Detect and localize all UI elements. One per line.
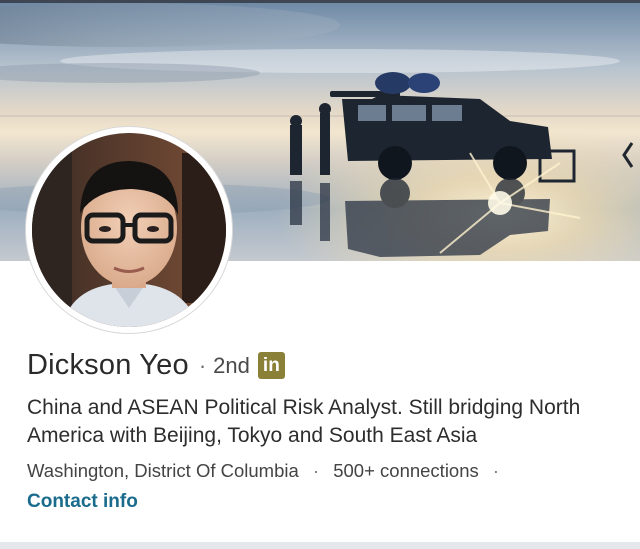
profile-photo: [32, 133, 226, 327]
location-row: Washington, District Of Columbia · 500+ …: [27, 460, 508, 482]
avatar-frame[interactable]: [26, 127, 232, 333]
location-separator: ·: [312, 460, 320, 481]
profile-location: Washington, District Of Columbia: [27, 460, 299, 481]
avatar[interactable]: [32, 133, 226, 327]
linkedin-icon: in: [257, 352, 285, 379]
connection-degree: 2nd: [213, 352, 250, 378]
trailing-separator: ·: [492, 460, 500, 481]
profile-name: Dickson Yeo: [27, 349, 189, 381]
contact-info-link[interactable]: Contact info: [27, 491, 138, 513]
connections-count[interactable]: 500+ connections: [333, 460, 479, 481]
card-bottom-divider: [0, 542, 640, 549]
profile-card: Dickson Yeo · 2nd in China and ASEAN Pol…: [0, 0, 640, 542]
top-border: [0, 0, 640, 3]
separator-dot: ·: [198, 352, 207, 378]
name-row: Dickson Yeo · 2nd in: [27, 349, 285, 382]
profile-headline: China and ASEAN Political Risk Analyst. …: [27, 396, 581, 447]
